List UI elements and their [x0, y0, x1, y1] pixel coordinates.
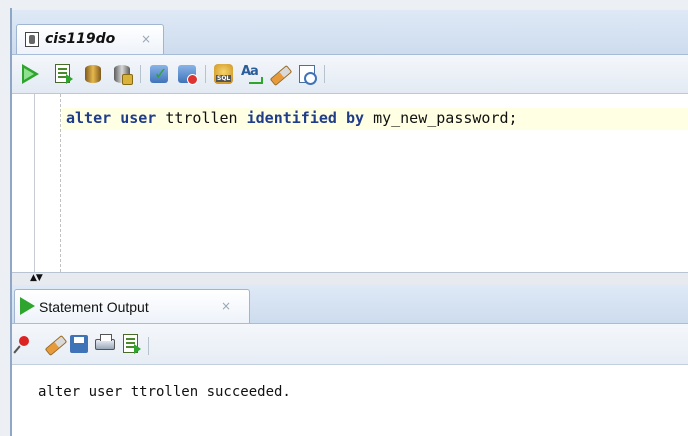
keyword: alter [66, 109, 112, 127]
explain-plan-button[interactable] [111, 63, 133, 85]
output-message: alter user ttrollen succeeded. [38, 384, 291, 400]
sql-tuning-icon [214, 64, 233, 84]
rollback-icon [178, 65, 198, 85]
close-icon[interactable]: × [221, 299, 231, 313]
rollback-button[interactable] [176, 63, 198, 85]
sql-tuning-button[interactable] [212, 63, 234, 85]
line-gutter [12, 94, 35, 272]
keyword: user [120, 109, 157, 127]
pane-splitter[interactable]: ▲▼ [12, 272, 688, 286]
output-toolbar [12, 324, 688, 365]
code-line[interactable]: alter user ttrollen identified by my_new… [66, 109, 518, 127]
save-icon [70, 335, 88, 353]
identifier: ttrollen [165, 109, 238, 127]
toolbar-separator [324, 65, 325, 83]
toolbar-separator [140, 65, 141, 83]
sql-worksheet-window: cis119do × Aa alter user ttrollen identi… [0, 0, 688, 436]
explain-plan-icon [114, 65, 133, 85]
run-script-icon [55, 64, 73, 84]
open-file-button[interactable] [120, 333, 142, 355]
print-icon [95, 334, 115, 350]
tab-title: cis119do [45, 31, 116, 47]
run-icon [20, 297, 35, 315]
pin-icon [19, 336, 29, 346]
identifier: my_new_password; [373, 109, 518, 127]
print-button[interactable] [94, 333, 116, 355]
run-statement-icon [22, 64, 39, 84]
toolbar-separator [148, 337, 149, 355]
autotrace-button[interactable] [82, 63, 104, 85]
to-upper-lower-button[interactable]: Aa [240, 63, 263, 85]
toolbar-separator [205, 65, 206, 83]
keyword: by [345, 109, 365, 127]
editor-tab-strip: cis119do × [12, 10, 688, 55]
commit-button[interactable] [148, 63, 170, 85]
sql-history-button[interactable] [296, 63, 318, 85]
autotrace-icon [85, 65, 101, 83]
open-file-icon [123, 334, 141, 354]
close-icon[interactable]: × [141, 32, 151, 46]
run-script-button[interactable] [52, 63, 74, 85]
keyword: identified [246, 109, 337, 127]
database-connection-icon [25, 32, 39, 47]
output-tab-strip: Statement Output × [12, 285, 688, 324]
clear-icon [269, 64, 293, 87]
save-button[interactable] [68, 333, 90, 355]
tab-cis119do[interactable]: cis119do × [16, 24, 164, 54]
worksheet-toolbar: Aa [12, 55, 688, 94]
clear-output-button[interactable] [42, 333, 68, 357]
statement-output-pane[interactable]: alter user ttrollen succeeded. [12, 365, 688, 436]
clear-button[interactable] [267, 63, 293, 87]
tab-statement-output[interactable]: Statement Output × [14, 289, 250, 323]
fold-guide [60, 94, 61, 272]
to-upper-lower-icon: Aa [241, 64, 263, 84]
splitter-arrows[interactable]: ▲▼ [30, 273, 43, 283]
freeze-view-button[interactable] [16, 333, 38, 355]
sql-editor[interactable]: alter user ttrollen identified by my_new… [12, 94, 688, 272]
tab-title: Statement Output [39, 299, 149, 315]
commit-icon [150, 64, 168, 83]
sql-history-icon [299, 65, 317, 85]
run-statement-button[interactable] [20, 63, 42, 85]
clear-icon [44, 334, 68, 357]
